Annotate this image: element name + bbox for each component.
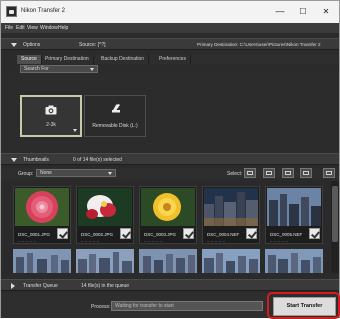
- thumbnail-size-button[interactable]: [323, 168, 335, 178]
- options-header[interactable]: Options Source: [^?] Primary Destination…: [1, 38, 339, 50]
- thumbnail-item[interactable]: DSC_0002.JPG – – – – –: [76, 186, 134, 244]
- photo-pink-flower: [15, 188, 69, 226]
- rating-stars: – – – – –: [81, 238, 100, 243]
- options-tabs: Source Primary Destination Backup Destin…: [17, 55, 339, 64]
- options-label: Options: [23, 42, 41, 48]
- deselect-button[interactable]: [300, 168, 312, 178]
- menu-help[interactable]: Help: [58, 25, 68, 31]
- transfer-queue-header[interactable]: Transfer Queue 14 file(s) in the queue: [1, 279, 339, 291]
- scrollbar-thumb[interactable]: [332, 186, 338, 242]
- queue-count: 14 file(s) in the queue: [81, 283, 130, 289]
- select-new-button[interactable]: [263, 168, 275, 178]
- thumbnail-filename: DSC_0002.JPG: [81, 232, 114, 237]
- collapse-caret-icon[interactable]: [11, 158, 17, 162]
- thumbnail-checkbox[interactable]: [309, 228, 320, 239]
- app-window: Nikon Transfer 2 — ☐ ✕ File Edit View Wi…: [0, 0, 340, 319]
- search-for-value: Search For: [24, 66, 49, 72]
- group-dropdown[interactable]: None: [36, 169, 116, 177]
- menu-window[interactable]: Window: [40, 25, 58, 31]
- collapse-caret-icon[interactable]: [11, 43, 17, 47]
- photo-skyline: [202, 249, 260, 273]
- expand-caret-icon[interactable]: [11, 283, 15, 289]
- process-status-field: Waiting for transfer to start: [111, 301, 263, 311]
- chevron-down-icon: [108, 172, 112, 175]
- tab-preferences[interactable]: Preferences: [155, 55, 191, 64]
- menu-edit[interactable]: Edit: [16, 25, 25, 31]
- camera-icon: [45, 105, 57, 115]
- title-bar: Nikon Transfer 2 — ☐ ✕: [1, 1, 339, 23]
- selection-count: 0 of 14 file(s) selected: [73, 157, 122, 163]
- thumbnail-scrollbar[interactable]: [331, 181, 339, 273]
- source-camera-button[interactable]: 2-3k: [20, 95, 82, 137]
- tab-backup-destination[interactable]: Backup Destination: [97, 55, 150, 64]
- photo-skyline: [76, 249, 134, 273]
- thumbnail-checkbox[interactable]: [183, 228, 194, 239]
- thumbnails-header[interactable]: Thumbnails 0 of 14 file(s) selected: [1, 153, 339, 165]
- photo-skyline: [265, 249, 323, 273]
- thumbnail-checkbox[interactable]: [57, 228, 68, 239]
- tab-primary-destination[interactable]: Primary Destination: [41, 55, 94, 64]
- destination-summary: Primary Destination: C:\Users\user\Pictu…: [197, 42, 321, 47]
- close-button[interactable]: ✕: [315, 4, 337, 19]
- photo-white-red-flower: [78, 188, 132, 226]
- grid-icon: [247, 171, 253, 175]
- transfer-queue-label: Transfer Queue: [23, 283, 58, 289]
- rating-stars: – – – – –: [18, 238, 37, 243]
- thumbnail-filename: DSC_0003.JPG: [144, 232, 177, 237]
- nikon-transfer-app-icon: [6, 6, 17, 17]
- source-camera-label: 2-3k: [46, 122, 56, 128]
- maximize-button[interactable]: ☐: [292, 4, 314, 19]
- menu-view[interactable]: View: [27, 25, 38, 31]
- source-panel: 2-3k Removable Disk (L:): [1, 73, 339, 151]
- tab-source[interactable]: Source: [17, 55, 42, 64]
- source-summary: Source: [^?]: [79, 42, 106, 48]
- thumbnail-item[interactable]: DSC_0004.NEF – – – – –: [202, 186, 260, 244]
- thumbnail-checkbox[interactable]: [120, 228, 131, 239]
- select-protected-button[interactable]: [282, 168, 294, 178]
- select-label: Select:: [227, 171, 243, 177]
- grid-icon: [266, 171, 272, 175]
- photo-yellow-flower: [141, 188, 195, 226]
- window-title: Nikon Transfer 2: [21, 8, 66, 14]
- group-value: None: [40, 170, 52, 176]
- chevron-down-icon: [73, 129, 77, 132]
- process-label: Process:: [91, 304, 111, 310]
- grid-icon: [303, 171, 309, 175]
- rating-stars: – – – – –: [207, 238, 226, 243]
- thumbnails-label: Thumbnails: [23, 157, 49, 163]
- thumbnail-filename: DSC_0001.JPG: [18, 232, 51, 237]
- thumbnail-grid: DSC_0001.JPG – – – – – DSC_0002.JPG – – …: [1, 181, 339, 273]
- thumbnail-item[interactable]: DSC_0001.JPG – – – – –: [13, 186, 71, 244]
- group-label: Group:: [18, 171, 34, 177]
- chevron-down-icon: [90, 68, 94, 71]
- photo-city-night: [204, 188, 258, 226]
- select-all-button[interactable]: [244, 168, 256, 178]
- rating-stars: – – – – –: [144, 238, 163, 243]
- grid-icon: [326, 171, 332, 175]
- photo-skyline: [139, 249, 197, 273]
- grid-icon: [285, 171, 291, 175]
- photo-city-dusk: [267, 188, 321, 226]
- search-for-dropdown[interactable]: Search For: [20, 65, 98, 73]
- photo-skyline: [13, 249, 71, 273]
- source-removable-disk-button[interactable]: Removable Disk (L:): [84, 95, 146, 137]
- menu-bar: File Edit View Window Help: [1, 23, 339, 33]
- rating-stars: – – – – –: [270, 238, 289, 243]
- thumbnail-filename: DSC_0004.NEF: [207, 232, 240, 237]
- thumbnail-checkbox[interactable]: [246, 228, 257, 239]
- menu-file[interactable]: File: [5, 25, 13, 31]
- source-removable-disk-label: Removable Disk (L:): [92, 123, 138, 129]
- card-reader-icon: [112, 103, 120, 113]
- thumbnail-item[interactable]: DSC_0003.JPG – – – – –: [139, 186, 197, 244]
- highlight-annotation: [267, 292, 340, 319]
- thumbnail-filename: DSC_0005.NEF: [270, 232, 303, 237]
- minimize-button[interactable]: —: [269, 4, 291, 19]
- thumbnail-item[interactable]: DSC_0005.NEF – – – – –: [265, 186, 323, 244]
